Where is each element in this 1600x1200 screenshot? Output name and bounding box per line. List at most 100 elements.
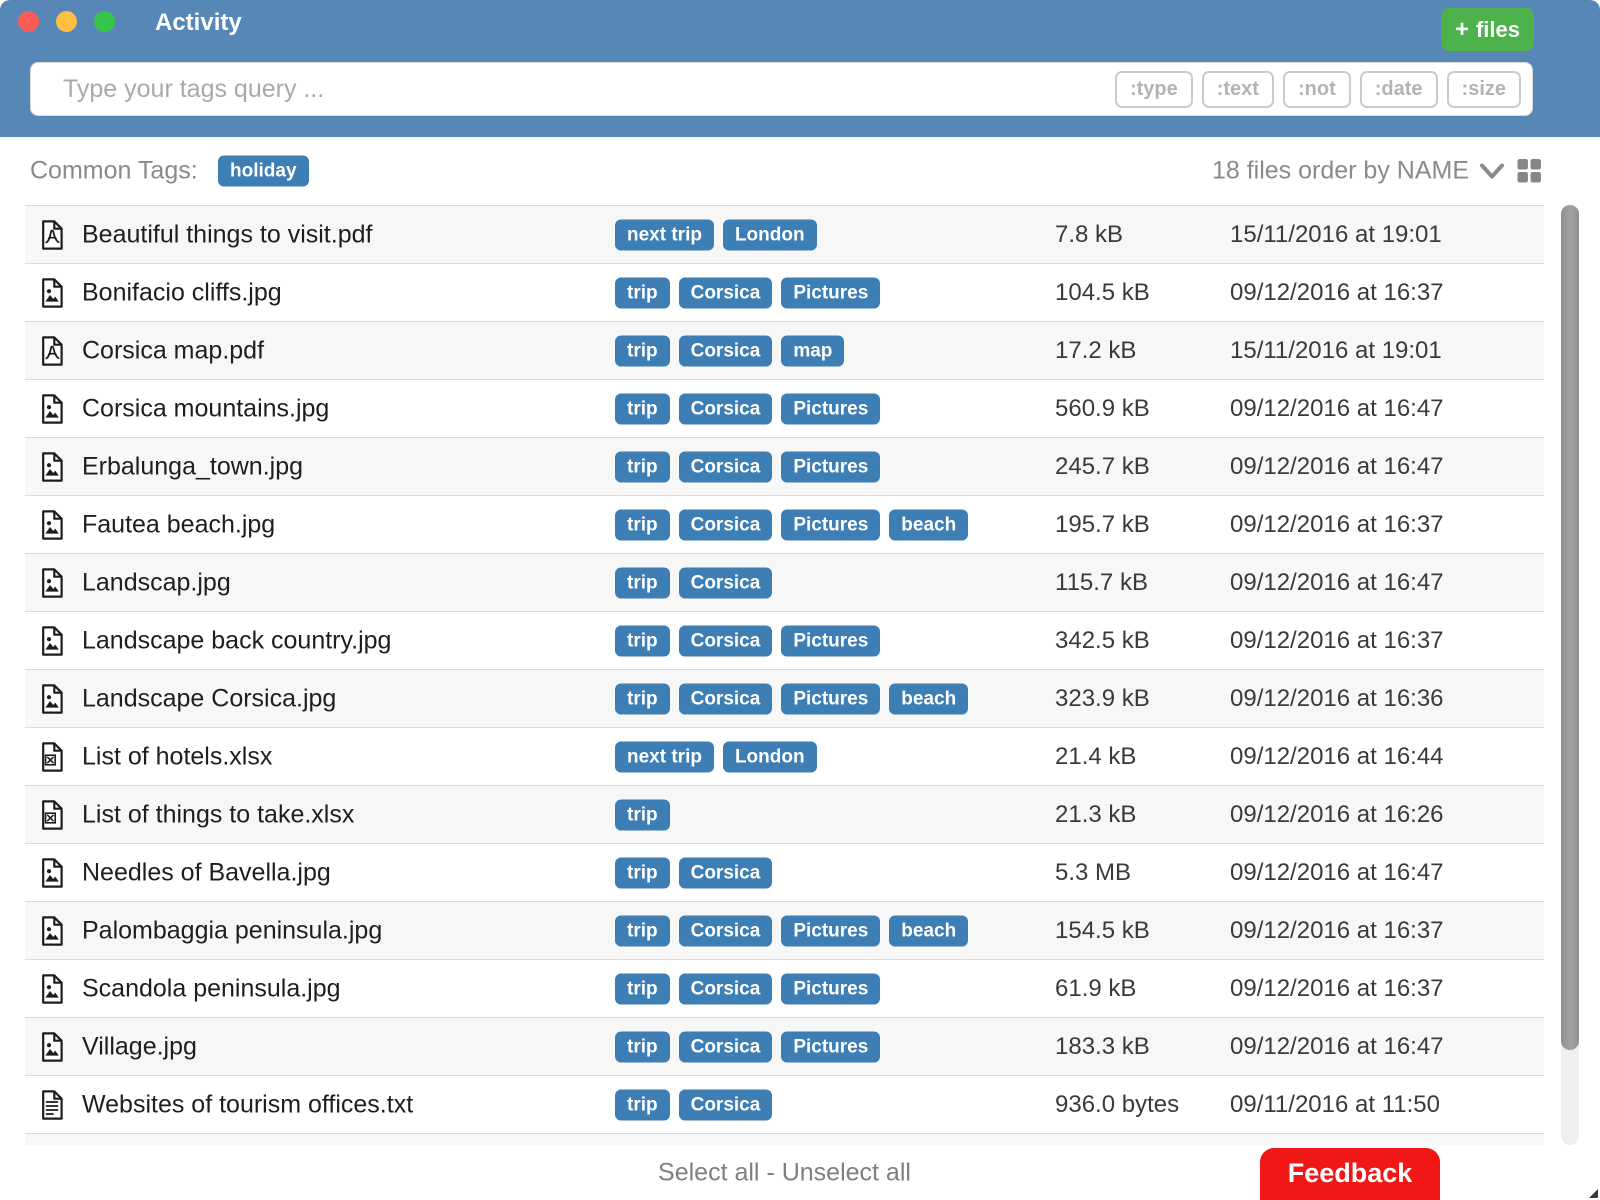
file-row[interactable]: Landscap.jpg tripCorsica 115.7 kB 09/12/… [25,553,1544,611]
grid-view-icon[interactable] [1517,159,1542,184]
file-row[interactable]: Erbalunga_town.jpg tripCorsicaPictures 2… [25,437,1544,495]
app-title: Activity [155,9,242,37]
tag-pill[interactable]: trip [615,625,670,656]
tag-pill[interactable]: Corsica [679,335,773,366]
tag-pill[interactable]: London [723,219,817,250]
file-row[interactable]: Bonifacio cliffs.jpg tripCorsicaPictures… [25,263,1544,321]
tag-pill[interactable]: Pictures [781,625,880,656]
scrollbar-track[interactable] [1561,205,1579,1145]
minimize-window-button[interactable] [56,11,77,32]
file-size: 21.4 kB [1055,743,1136,771]
file-size: 323.9 kB [1055,685,1150,713]
tag-pill[interactable]: Corsica [679,277,773,308]
tag-pill[interactable]: trip [615,277,670,308]
file-tags: trip Corsica Pictures [615,277,880,308]
tag-pill[interactable]: trip [615,393,670,424]
zoom-window-button[interactable] [94,11,115,32]
file-name: Landscape back country.jpg [82,626,391,655]
tag-pill[interactable]: trip [615,683,670,714]
image-file-icon [40,974,64,1004]
tag-pill[interactable]: Pictures [781,451,880,482]
image-file-icon [40,510,64,540]
search-bar: :type:text:not:date:size [30,62,1533,116]
tag-pill[interactable]: Corsica [679,973,773,1004]
tag-pill[interactable]: beach [889,509,968,540]
file-tags: next trip London [615,741,817,772]
file-tags: trip Corsica Pictures [615,393,880,424]
tag-pill[interactable]: next trip [615,219,714,250]
tag-pill[interactable]: trip [615,335,670,366]
tag-pill[interactable]: trip [615,509,670,540]
tag-pill[interactable]: Pictures [781,277,880,308]
tag-pill[interactable]: trip [615,567,670,598]
file-row[interactable]: Landscape Corsica.jpg tripCorsicaPicture… [25,669,1544,727]
filter-button-size[interactable]: :size [1447,71,1521,108]
file-row[interactable]: Village.jpg tripCorsicaPictures 183.3 kB… [25,1017,1544,1075]
file-row[interactable]: Scandola peninsula.jpg tripCorsicaPictur… [25,959,1544,1017]
filter-button-date[interactable]: :date [1360,71,1438,108]
tag-pill[interactable]: Corsica [679,683,773,714]
image-file-icon [40,916,64,946]
file-name: Websites of tourism offices.txt [82,1090,413,1119]
tags-query-input[interactable] [31,63,1115,115]
file-size: 560.9 kB [1055,395,1150,423]
common-tags-label: Common Tags: [30,157,198,186]
tag-pill[interactable]: trip [615,1089,670,1120]
tag-pill[interactable]: trip [615,799,670,830]
tag-pill[interactable]: beach [889,915,968,946]
tag-pill[interactable]: Corsica [679,857,773,888]
tag-pill[interactable]: Corsica [679,1031,773,1062]
select-all-link[interactable]: Select all [658,1158,759,1186]
tag-pill[interactable]: Corsica [679,567,773,598]
unselect-all-link[interactable]: Unselect all [782,1158,911,1186]
filter-button-type[interactable]: :type [1115,71,1193,108]
tag-pill[interactable]: map [781,335,844,366]
tag-pill[interactable]: Pictures [781,1031,880,1062]
add-files-button[interactable]: + files [1441,8,1534,51]
file-row[interactable]: Landscape back country.jpg trip Corsica Pi… [25,611,1544,669]
tag-pill[interactable]: Corsica [679,915,773,946]
filter-button-text[interactable]: :text [1202,71,1274,108]
tag-pill[interactable]: next trip [615,741,714,772]
tag-pill[interactable]: trip [615,1031,670,1062]
app-window: Activity + files :type:text:not:date:siz… [0,0,1600,1200]
file-row[interactable]: List of things to take.xlsx trip 21.3 kB… [25,785,1544,843]
file-row[interactable]: Corsica mountains.jpg tripCorsicaPicture… [25,379,1544,437]
tag-pill[interactable]: trip [615,915,670,946]
tag-pill[interactable]: Pictures [781,683,880,714]
file-tags: next trip London [615,219,817,250]
file-size: 936.0 bytes [1055,1091,1179,1119]
file-row[interactable]: Websites of tourism offices.txt trip Cors… [25,1075,1544,1133]
tag-pill[interactable]: Corsica [679,393,773,424]
chevron-down-icon[interactable] [1477,160,1507,182]
file-row[interactable]: Corsica map.pdf tripCorsicamap 17.2 kB 1… [25,321,1544,379]
file-row[interactable]: Fautea beach.jpg tripCorsicaPicturesbeac… [25,495,1544,553]
tag-pill[interactable]: Corsica [679,451,773,482]
tag-pill[interactable]: London [723,741,817,772]
file-row[interactable]: Beautiful things to visit.pdf next tripL… [25,205,1544,263]
file-row[interactable]: List of hotels.xlsx next tripLondon 21.4… [25,727,1544,785]
tag-pill[interactable]: holiday [218,156,309,187]
tag-pill[interactable]: Pictures [781,915,880,946]
feedback-button[interactable]: Feedback [1260,1148,1440,1200]
tag-pill[interactable]: Pictures [781,509,880,540]
tag-pill[interactable]: trip [615,857,670,888]
footer-bar: Select all - Unselect all Feedback [0,1145,1600,1200]
close-window-button[interactable] [18,11,39,32]
file-row[interactable]: Palombaggia peninsula.jpg tripCorsicaPic… [25,901,1544,959]
scrollbar-thumb[interactable] [1561,205,1579,1050]
file-name: Erbalunga_town.jpg [82,452,303,481]
tag-pill[interactable]: Corsica [679,509,773,540]
order-by-text[interactable]: 18 files order by NAME [1212,157,1469,186]
tag-pill[interactable]: Pictures [781,973,880,1004]
resize-grip[interactable] [1589,1189,1598,1198]
tag-pill[interactable]: Pictures [781,393,880,424]
query-filter-buttons: :type:text:not:date:size [1115,71,1532,108]
filter-button-not[interactable]: :not [1283,71,1351,108]
tag-pill[interactable]: Corsica [679,625,773,656]
tag-pill[interactable]: beach [889,683,968,714]
tag-pill[interactable]: Corsica [679,1089,773,1120]
tag-pill[interactable]: trip [615,451,670,482]
tag-pill[interactable]: trip [615,973,670,1004]
file-row[interactable]: Needles of Bavella.jpg tripCorsica 5.3 M… [25,843,1544,901]
